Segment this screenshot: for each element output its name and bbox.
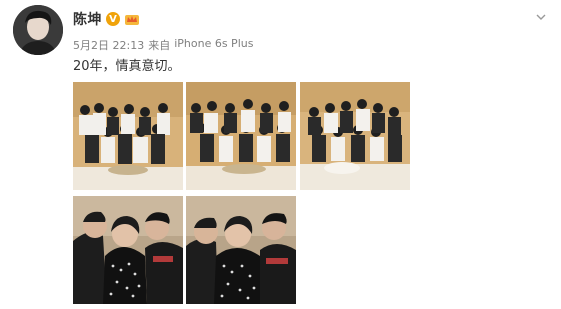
photo-thumbnail[interactable]	[186, 82, 296, 190]
chevron-down-icon[interactable]	[535, 8, 547, 20]
crown-icon	[124, 12, 140, 26]
source-prefix: 来自	[148, 39, 171, 52]
photo-thumbnail[interactable]	[73, 82, 183, 190]
photo-thumbnail[interactable]	[186, 196, 296, 304]
verified-badge-icon: V	[106, 12, 120, 26]
author-name[interactable]: 陈坤	[73, 9, 102, 29]
post-timestamp[interactable]: 5月2日 22:13	[73, 37, 144, 53]
author-avatar[interactable]	[13, 5, 63, 55]
weibo-post: 陈坤 V 5月2日 22:13 来自 iPhone 6s Plus 20年，情真…	[0, 0, 561, 309]
photo-thumbnail[interactable]	[300, 82, 410, 190]
photo-thumbnail[interactable]	[73, 196, 183, 304]
post-text: 20年，情真意切。	[73, 59, 181, 74]
source-device[interactable]: iPhone 6s Plus	[174, 37, 253, 53]
author-row: 陈坤 V	[73, 9, 140, 29]
post-meta: 5月2日 22:13 来自 iPhone 6s Plus	[73, 37, 253, 53]
